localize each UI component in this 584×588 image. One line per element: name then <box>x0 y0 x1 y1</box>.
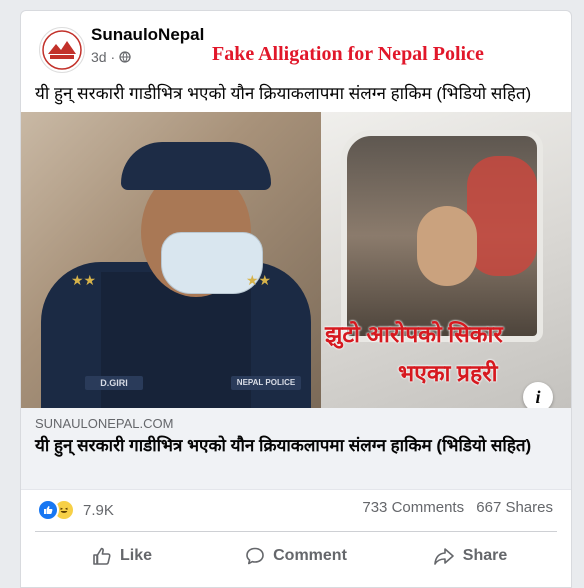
actions-divider-top <box>35 531 557 532</box>
meta-separator: · <box>110 49 116 65</box>
rank-stars-right: ★★ <box>246 272 272 288</box>
like-label: Like <box>119 547 152 564</box>
officer-photo: ★★ ★★ D.GIRI NEPAL POLICE <box>21 112 321 408</box>
post-meta: 3d · <box>91 49 131 65</box>
image-caption-line1: झुटो आरोपको सिकार <box>325 321 503 347</box>
globe-icon <box>119 49 131 65</box>
action-bar: Like Comment Share <box>35 536 557 576</box>
police-badge: NEPAL POLICE <box>231 376 301 390</box>
name-badge: D.GIRI <box>85 376 143 390</box>
image-caption-line2: भएका प्रहरी <box>398 360 498 386</box>
shares-count[interactable]: 667 Shares <box>476 499 553 516</box>
post-card: SunauloNepal 3d · Fake Alligation for Ne… <box>20 10 572 588</box>
reactions-summary[interactable]: 7.9K <box>37 499 114 521</box>
rank-stars-left: ★★ <box>71 272 97 288</box>
post-image[interactable]: ★★ ★★ D.GIRI NEPAL POLICE झुटो आरोपको सि… <box>21 112 571 408</box>
share-label: Share <box>462 547 508 564</box>
car-window <box>341 130 543 342</box>
comment-label: Comment <box>273 547 347 564</box>
cap-shape <box>121 142 271 190</box>
comments-count[interactable]: 733 Comments <box>362 499 464 516</box>
page-name[interactable]: SunauloNepal <box>91 25 204 45</box>
link-domain: SUNAULONEPAL.COM <box>35 416 174 431</box>
like-button[interactable]: Like <box>35 536 209 576</box>
post-text: यी हुन् सरकारी गाडीभित्र भएको यौन क्रिया… <box>35 84 532 103</box>
like-icon <box>93 547 111 565</box>
post-time[interactable]: 3d <box>91 49 107 65</box>
link-title[interactable]: यी हुन् सरकारी गाडीभित्र भएको यौन क्रिया… <box>35 434 555 457</box>
overlay-title: Fake Alligation for Nepal Police <box>212 43 484 65</box>
person-shape-2 <box>417 206 477 286</box>
reactions-count: 7.9K <box>83 501 114 519</box>
share-button[interactable]: Share <box>383 536 557 576</box>
person-shape <box>467 156 537 276</box>
comment-icon <box>246 547 264 565</box>
link-preview[interactable]: SUNAULONEPAL.COM यी हुन् सरकारी गाडीभित्… <box>21 408 571 490</box>
comment-button[interactable]: Comment <box>209 536 383 576</box>
share-icon <box>433 548 454 565</box>
page-avatar[interactable] <box>39 27 85 73</box>
engagement-counts: 733 Comments 667 Shares <box>354 499 553 516</box>
like-reaction-icon <box>37 499 59 521</box>
